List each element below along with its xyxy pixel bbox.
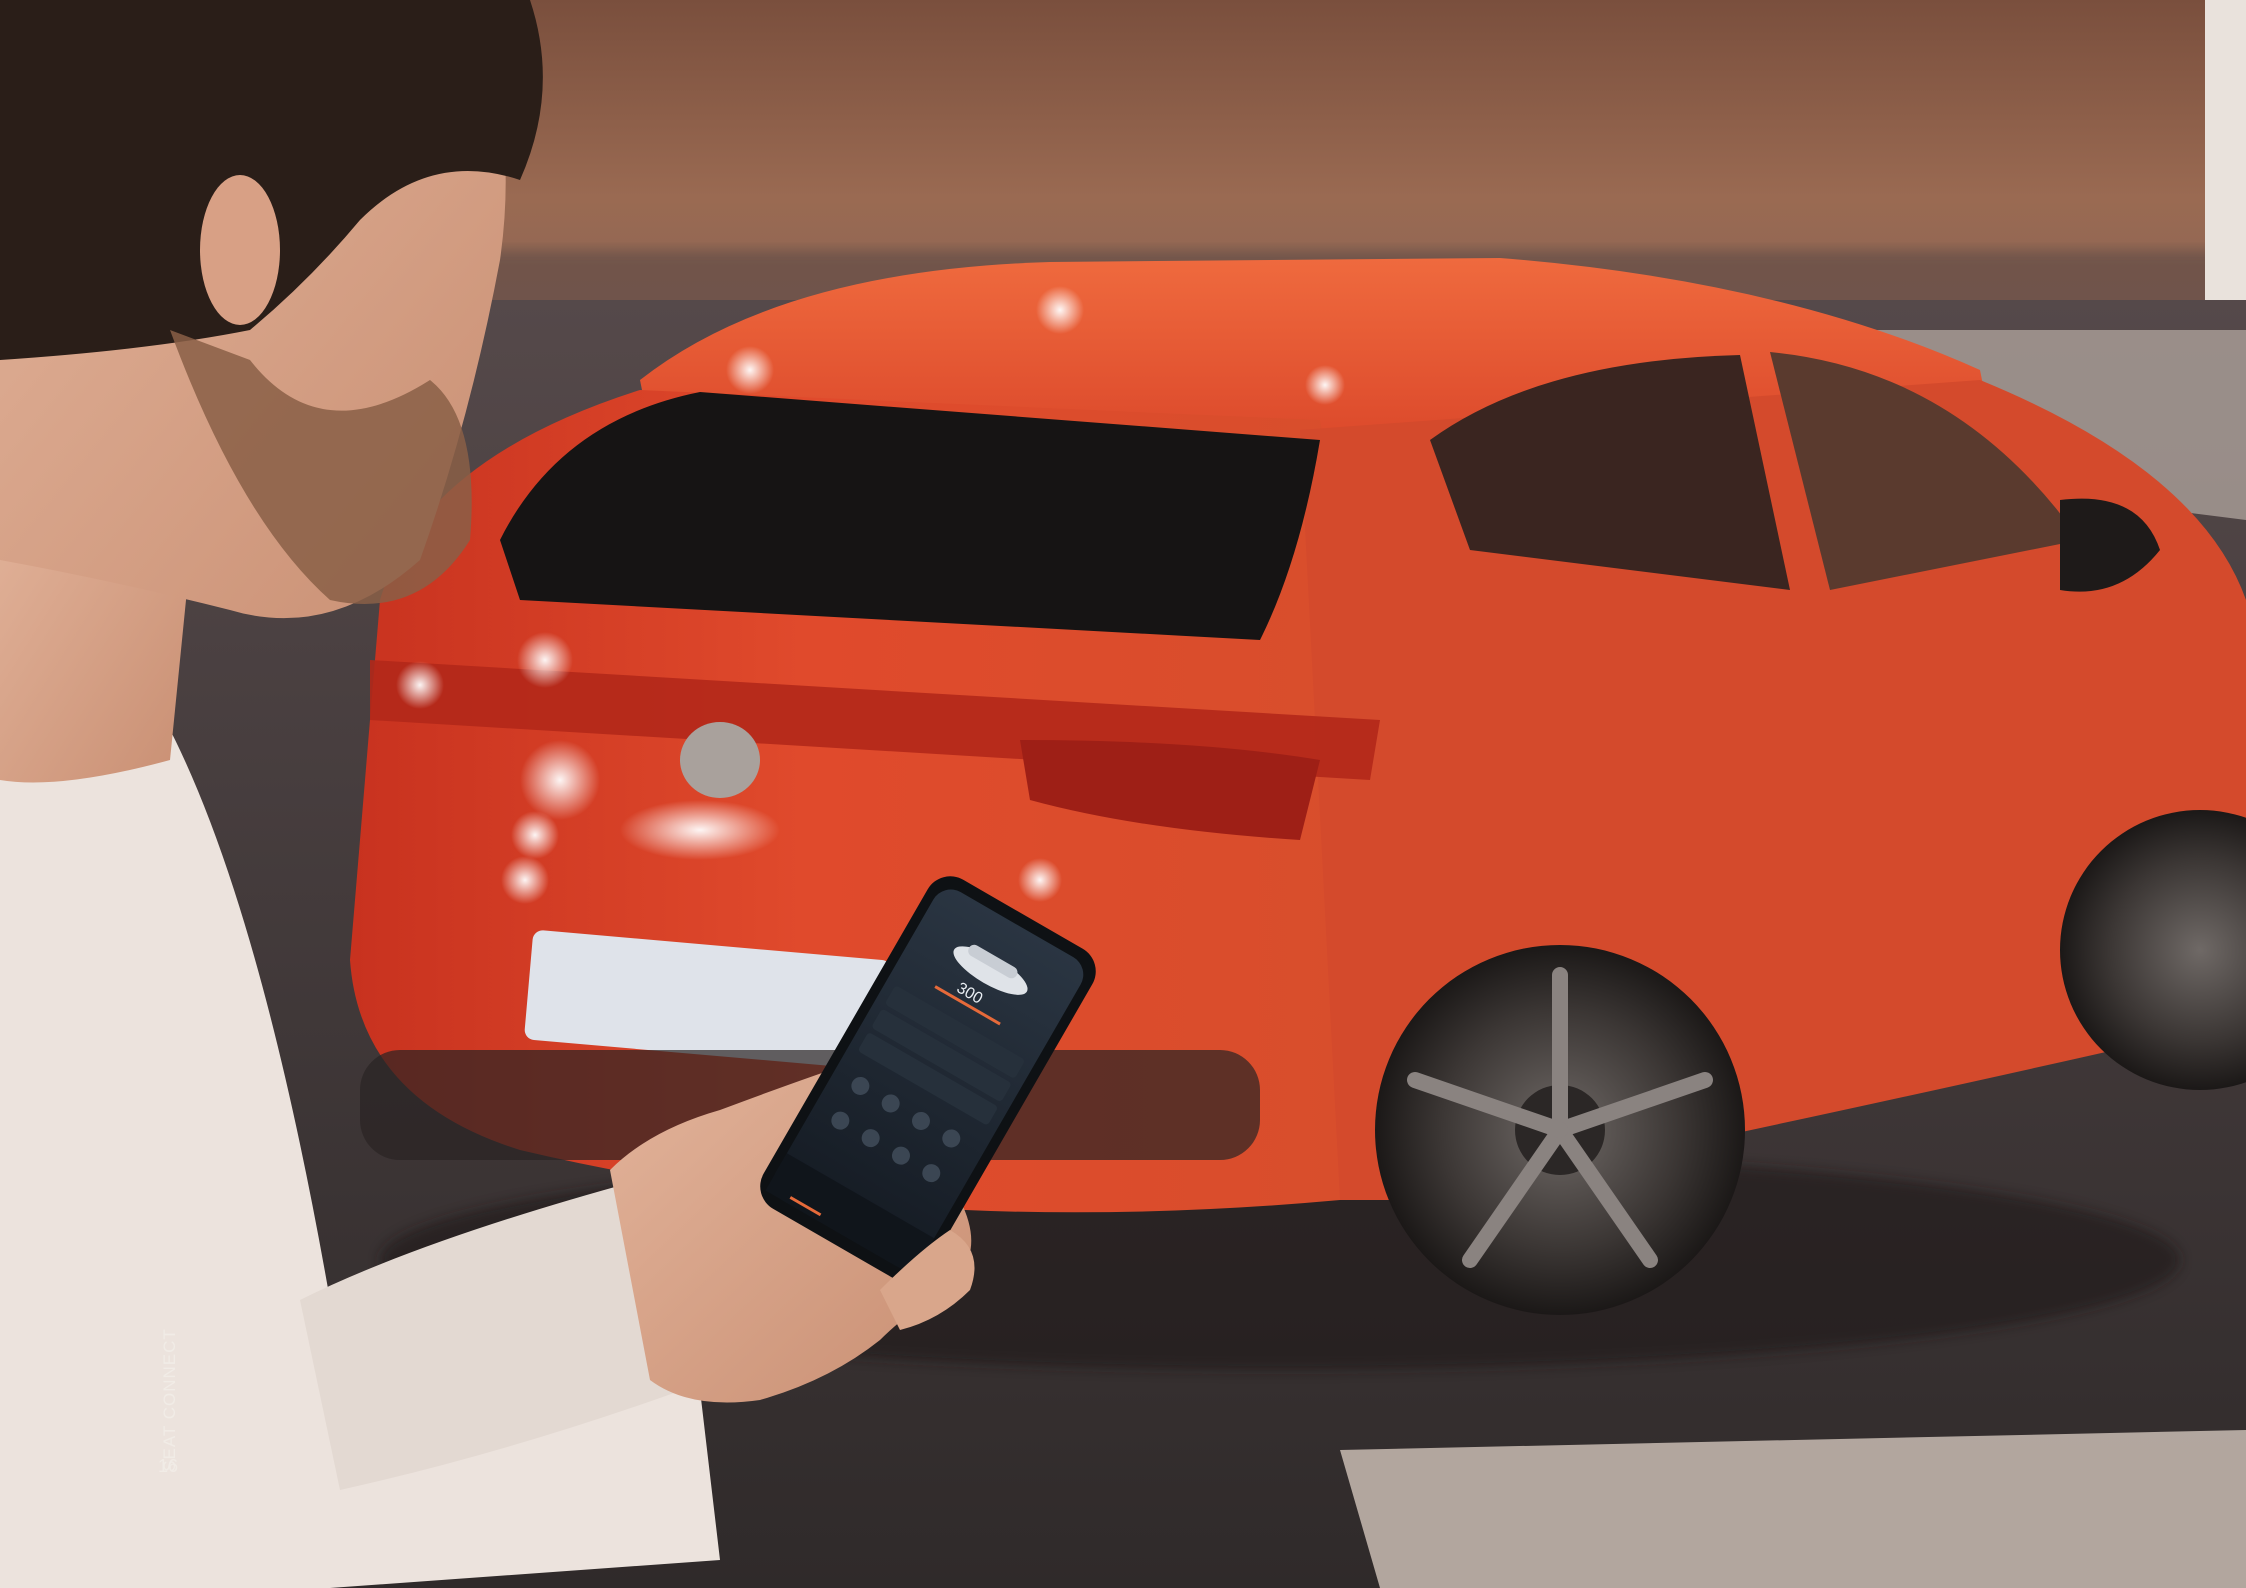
scene-illustration: 300 xyxy=(0,0,2246,1588)
ear xyxy=(200,175,280,325)
badge xyxy=(680,722,760,798)
photo-scene: 300 SEAT CONNECT 16 xyxy=(0,0,2246,1588)
side-caption: SEAT CONNECT xyxy=(160,1328,179,1472)
page-number: 16 xyxy=(158,1456,179,1476)
sunlit-ground xyxy=(1340,1430,2246,1588)
